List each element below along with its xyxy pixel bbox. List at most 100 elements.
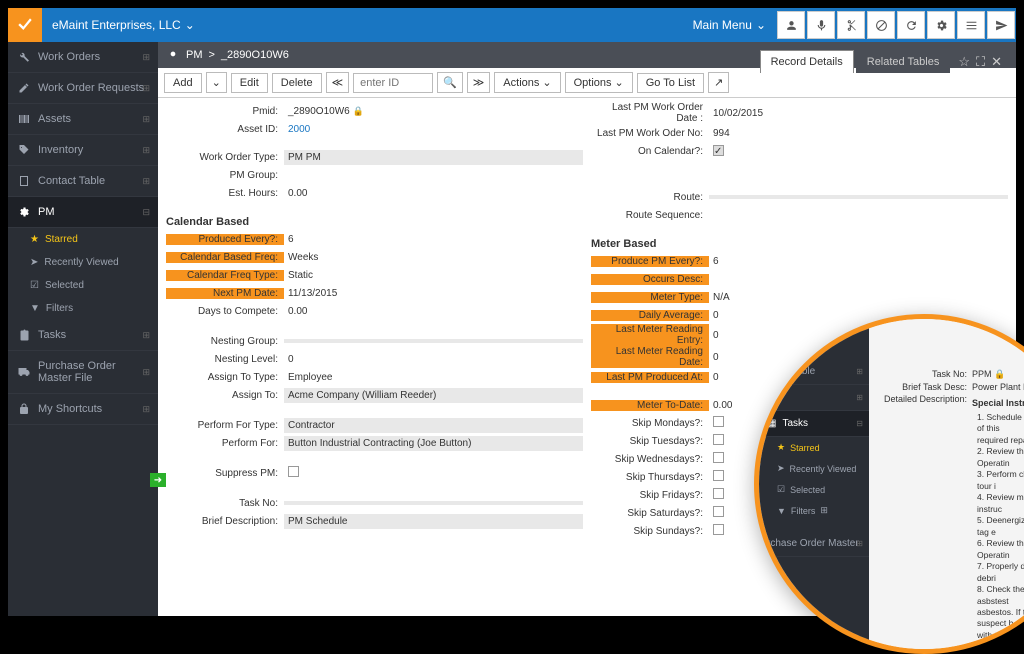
pmgroup-label: PM Group:: [166, 170, 284, 181]
main-menu[interactable]: Main Menu ⌄: [683, 18, 776, 32]
meter-based-header: Meter Based: [591, 234, 1008, 252]
prev-button[interactable]: ≪: [326, 72, 350, 93]
sidebar-item-pm[interactable]: PM⊟: [8, 197, 158, 228]
enter-id-input[interactable]: [353, 73, 433, 93]
actions-button[interactable]: Actions ⌄: [494, 72, 560, 93]
calfreqtype-label: Calendar Freq Type:: [166, 270, 284, 281]
block-icon[interactable]: [867, 11, 895, 39]
assetid-link[interactable]: 2000: [284, 122, 583, 137]
lastpmdate-value: 10/02/2015: [709, 106, 1008, 121]
wotype-label: Work Order Type:: [166, 152, 284, 163]
assigntype-value: Employee: [284, 370, 583, 385]
prodpm-value: 6: [709, 254, 1008, 269]
sidebar-sub-filters[interactable]: ▼Filters⊞: [8, 297, 158, 320]
filter-icon: ▼: [30, 303, 40, 314]
zoom-sub-selected[interactable]: ☑Selected: [759, 479, 869, 500]
sidebar-sub-recent[interactable]: ➤Recently Viewed: [8, 251, 158, 274]
zoom-sb-contact[interactable]: ntact Table⊞: [759, 359, 869, 385]
search-button[interactable]: 🔍: [437, 72, 463, 93]
sidebar-item-shortcuts[interactable]: My Shortcuts⊞: [8, 394, 158, 425]
route-value: [709, 195, 1008, 199]
export-button[interactable]: ↗: [708, 72, 729, 93]
options-button[interactable]: Options ⌄: [565, 72, 633, 93]
add-dropdown[interactable]: ⌄: [206, 72, 227, 93]
perffor-value: Button Industrial Contracting (Joe Butto…: [284, 436, 583, 451]
gear-icon[interactable]: [927, 11, 955, 39]
pmid-label: Pmid:: [166, 106, 284, 117]
gears-icon: [18, 206, 30, 218]
mic-icon[interactable]: [807, 11, 835, 39]
produced-value: 6: [284, 232, 583, 247]
sidebar-sub-starred[interactable]: ★Starred: [8, 228, 158, 251]
oncal-checkbox[interactable]: ✓: [709, 143, 1008, 159]
sidebar-item-work-orders[interactable]: Work Orders⊞: [8, 42, 158, 73]
company-selector[interactable]: eMaint Enterprises, LLC ⌄: [42, 18, 205, 32]
sidebar-item-assets[interactable]: Assets⊞: [8, 104, 158, 135]
close-icon[interactable]: ✕: [991, 54, 1002, 70]
lastmeterentry-label: Last Meter Reading Entry:: [591, 324, 709, 346]
check-icon: ☑: [30, 280, 39, 291]
lastpmprod-label: Last PM Produced At:: [591, 372, 709, 383]
assetid-label: Asset ID:: [166, 124, 284, 135]
send-icon[interactable]: [987, 11, 1015, 39]
refresh-icon[interactable]: [897, 11, 925, 39]
list-icon[interactable]: [957, 11, 985, 39]
perftype-value: Contractor: [284, 418, 583, 433]
nestgroup-value: [284, 339, 583, 343]
sidebar-item-wo-requests[interactable]: Work Order Requests⊞: [8, 73, 158, 104]
metertype-value: N/A: [709, 290, 1008, 305]
tag-icon: [18, 144, 30, 156]
daystocomp-value: 0.00: [284, 304, 583, 319]
route-label: Route:: [591, 192, 709, 203]
tab-record-details[interactable]: Record Details: [760, 50, 854, 73]
lastpmno-label: Last PM Work Oder No:: [591, 128, 709, 139]
zoom-magnifier: ntact Table⊞ PM⊞ ▦Tasks⊟ ★Starred ➤Recen…: [754, 314, 1024, 654]
zoom-sub-starred[interactable]: ★Starred: [759, 437, 869, 458]
sidebar-collapse-button[interactable]: ➜: [150, 473, 166, 487]
zoom-taskno-value: PPM 🔒: [972, 369, 1024, 380]
delete-button[interactable]: Delete: [272, 73, 322, 93]
suppress-value[interactable]: [284, 464, 583, 482]
zoom-sb-pm[interactable]: PM⊞: [759, 385, 869, 411]
skipthu-label: Skip Thursdays?:: [591, 472, 709, 483]
dailyavg-label: Daily Average:: [591, 310, 709, 321]
cut-icon[interactable]: [837, 11, 865, 39]
zoom-brief-value: Power Plant Maintenance: [972, 382, 1024, 392]
star-icon[interactable]: ☆: [958, 54, 970, 70]
sidebar-item-contact-table[interactable]: Contact Table⊞: [8, 166, 158, 197]
skipsat-label: Skip Saturdays?:: [591, 508, 709, 519]
tab-related-tables[interactable]: Related Tables: [856, 50, 951, 73]
skiptue-label: Skip Tuesdays?:: [591, 436, 709, 447]
oncal-label: On Calendar?:: [591, 146, 709, 157]
zoom-sb-po[interactable]: rchase Order Master⊞: [759, 531, 869, 557]
briefdesc-value: PM Schedule: [284, 514, 583, 529]
edit-button[interactable]: Edit: [231, 73, 268, 93]
expand-icon[interactable]: ⛶: [976, 54, 985, 70]
add-button[interactable]: Add: [164, 73, 202, 93]
barcode-icon: [18, 113, 30, 125]
pmid-value: _2890O10W6 🔒: [284, 104, 583, 119]
zoom-sub-filters[interactable]: ▼Filters⊞: [759, 500, 869, 521]
metertodate-label: Meter To-Date:: [591, 400, 709, 411]
book-icon: [18, 175, 30, 187]
zoom-sub-recent[interactable]: ➤Recently Viewed: [759, 458, 869, 479]
prodpm-label: Produce PM Every?:: [591, 256, 709, 267]
sidebar-sub-selected[interactable]: ☑Selected: [8, 274, 158, 297]
perffor-label: Perform For:: [166, 438, 284, 449]
lastpmno-value: 994: [709, 126, 1008, 141]
skipfri-label: Skip Fridays?:: [591, 490, 709, 501]
calfreq-value: Weeks: [284, 250, 583, 265]
zoom-sb-tasks[interactable]: ▦Tasks⊟: [759, 411, 869, 437]
edit-icon: [18, 82, 30, 94]
next-button[interactable]: ≫: [467, 72, 491, 93]
sidebar-item-tasks[interactable]: Tasks⊞: [8, 320, 158, 351]
sidebar-item-po-master[interactable]: Purchase Order Master File⊞: [8, 351, 158, 394]
goto-list-button[interactable]: Go To List: [637, 73, 704, 93]
skipwed-label: Skip Wednesdays?:: [591, 454, 709, 465]
calendar-based-header: Calendar Based: [166, 212, 583, 230]
skipmon-label: Skip Mondays?:: [591, 418, 709, 429]
routeseq-value: [709, 213, 1008, 217]
nav-icon: ➤: [30, 257, 38, 268]
user-icon[interactable]: [777, 11, 805, 39]
sidebar-item-inventory[interactable]: Inventory⊞: [8, 135, 158, 166]
